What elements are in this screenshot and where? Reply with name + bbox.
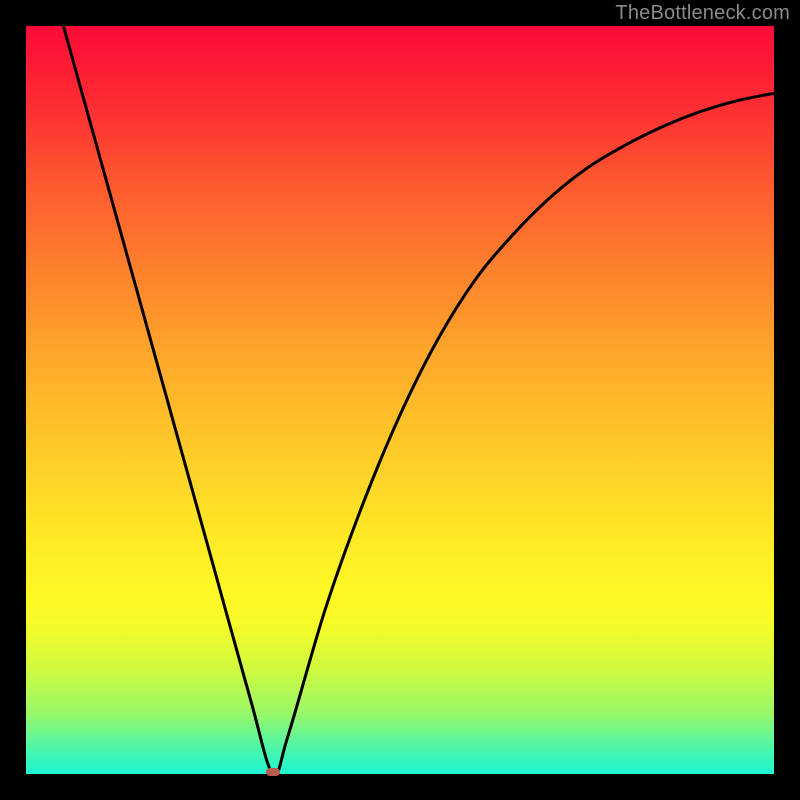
bottleneck-curve: [63, 26, 774, 774]
chart-curve-svg: [26, 26, 774, 774]
watermark-label: TheBottleneck.com: [615, 2, 790, 25]
chart-plot-area: [26, 26, 774, 774]
optimum-marker: [266, 768, 280, 776]
